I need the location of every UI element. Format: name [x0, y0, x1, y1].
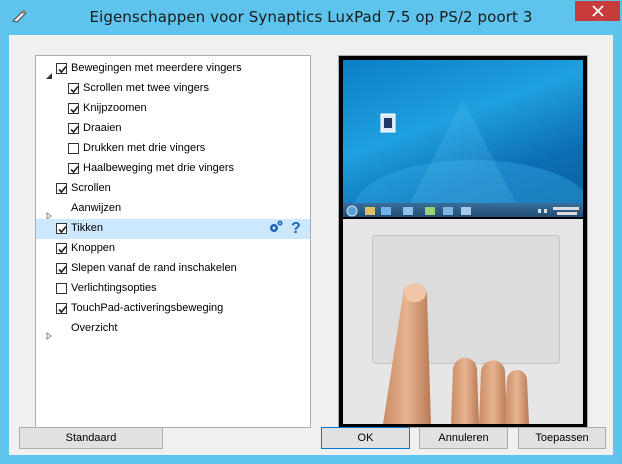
gesture-preview	[338, 55, 588, 428]
tree-item-label: Knijpzoomen	[83, 102, 147, 114]
help-icon[interactable]: ?	[290, 219, 302, 239]
tree-item-label: Drukken met drie vingers	[83, 142, 206, 154]
dialog-client-area: Bewegingen met meerdere vingers Scrollen …	[9, 35, 613, 455]
tree-item-label: Verlichtingsopties	[71, 282, 157, 294]
checkbox[interactable]	[56, 223, 67, 234]
svg-text:?: ?	[291, 220, 301, 235]
checkbox[interactable]	[56, 303, 67, 314]
preview-taskbar	[343, 203, 583, 217]
checkbox[interactable]	[56, 283, 67, 294]
collapsed-arrow-icon[interactable]	[45, 205, 53, 220]
tree-item[interactable]: Tikken?	[36, 219, 310, 239]
tree-item[interactable]: Draaien	[36, 119, 310, 139]
tree-item[interactable]: Overzicht	[36, 319, 310, 340]
tree-item[interactable]: Drukken met drie vingers	[36, 139, 310, 159]
tree-item-label: Draaien	[83, 122, 122, 134]
ok-button[interactable]: OK	[321, 427, 410, 449]
tree-item-label: Scrollen	[71, 182, 111, 194]
settings-icon[interactable]	[268, 219, 284, 239]
close-button[interactable]	[575, 1, 620, 21]
tree-item-label: Slepen vanaf de rand inschakelen	[71, 262, 237, 274]
checkbox[interactable]	[68, 103, 79, 114]
default-button[interactable]: Standaard	[19, 427, 163, 449]
cancel-button[interactable]: Annuleren	[419, 427, 508, 449]
settings-tree[interactable]: Bewegingen met meerdere vingers Scrollen …	[35, 55, 311, 428]
tree-item[interactable]: Scrollen	[36, 179, 310, 199]
apply-button[interactable]: Toepassen	[518, 427, 606, 449]
tree-item[interactable]: Slepen vanaf de rand inschakelen	[36, 259, 310, 279]
row-action-icons: ?	[268, 219, 302, 239]
tree-item-label: Scrollen met twee vingers	[83, 82, 209, 94]
checkbox[interactable]	[56, 263, 67, 274]
expanded-arrow-icon[interactable]	[45, 65, 53, 79]
tree-item-label: Bewegingen met meerdere vingers	[71, 62, 242, 74]
tree-item-label: TouchPad-activeringsbeweging	[71, 302, 224, 314]
tree-item[interactable]: TouchPad-activeringsbeweging	[36, 299, 310, 319]
tree-item-label: Tikken	[71, 222, 103, 234]
window-title: Eigenschappen voor Synaptics LuxPad 7.5 …	[89, 8, 533, 26]
checkbox[interactable]	[68, 83, 79, 94]
checkbox[interactable]	[56, 243, 67, 254]
tree-item-label: Haalbeweging met drie vingers	[83, 162, 235, 174]
checkbox[interactable]	[68, 163, 79, 174]
tree-item[interactable]: Knijpzoomen	[36, 99, 310, 119]
tree-item[interactable]: Bewegingen met meerdere vingers	[36, 59, 310, 79]
collapsed-arrow-icon[interactable]	[45, 325, 53, 340]
tree-item-label: Aanwijzen	[71, 202, 122, 214]
checkbox[interactable]	[56, 63, 67, 74]
tree-item[interactable]: Verlichtingsopties	[36, 279, 310, 299]
tree-item[interactable]: Haalbeweging met drie vingers	[36, 159, 310, 179]
checkbox[interactable]	[68, 143, 79, 154]
checkbox[interactable]	[68, 123, 79, 134]
desktop-preview	[343, 60, 583, 217]
properties-window: Eigenschappen voor Synaptics LuxPad 7.5 …	[0, 0, 622, 464]
tree-item-label: Knoppen	[71, 242, 116, 254]
tree-item[interactable]: Aanwijzen	[36, 199, 310, 220]
checkbox[interactable]	[56, 183, 67, 194]
touchpad-preview	[343, 219, 583, 424]
tree-item-label: Overzicht	[71, 322, 118, 334]
close-icon	[591, 2, 604, 21]
tree-item[interactable]: Scrollen met twee vingers	[36, 79, 310, 99]
title-bar[interactable]: Eigenschappen voor Synaptics LuxPad 7.5 …	[1, 1, 621, 35]
tree-item[interactable]: Knoppen	[36, 239, 310, 259]
